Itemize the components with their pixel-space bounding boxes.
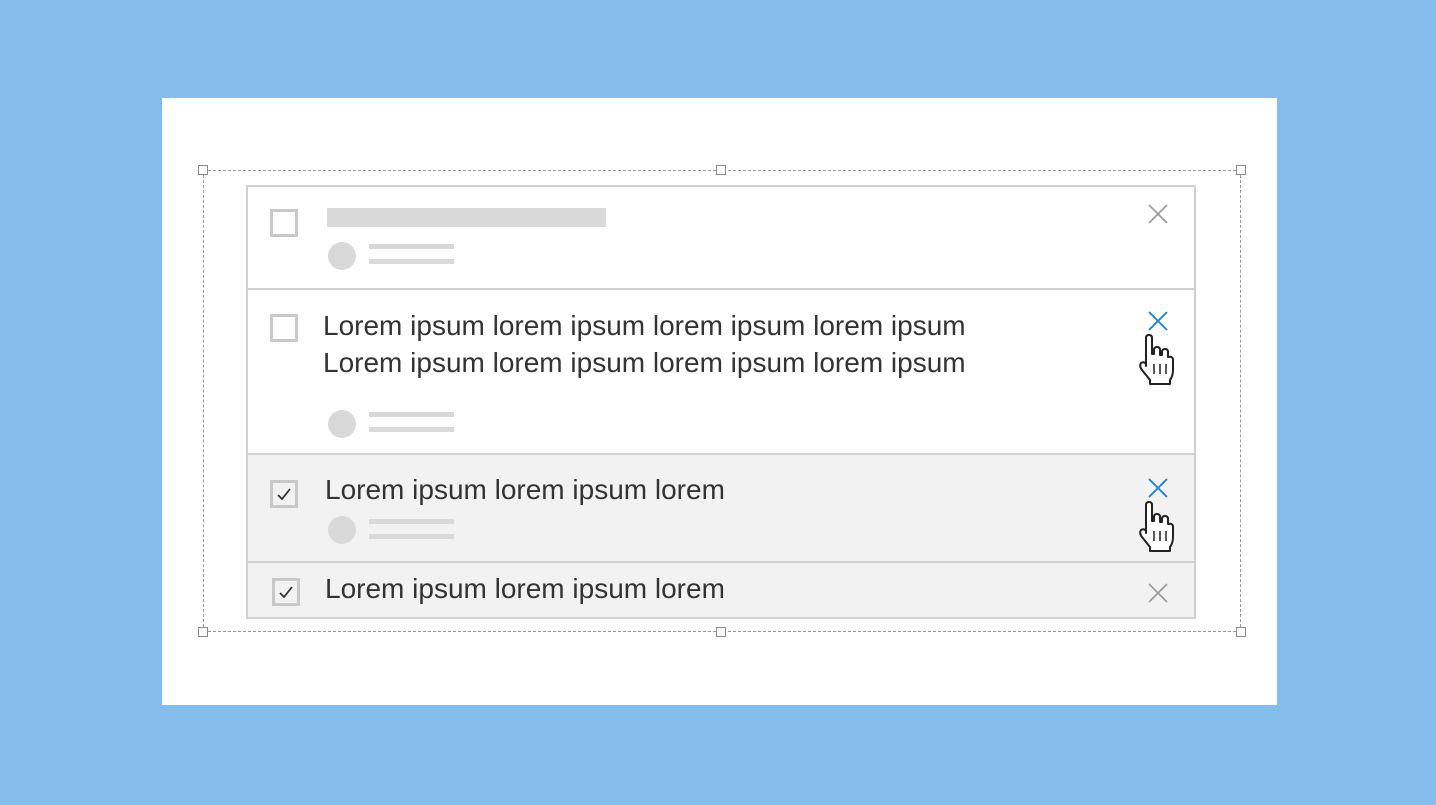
meta-placeholder-line — [369, 427, 454, 432]
resize-handle-top-left[interactable] — [198, 165, 208, 175]
resize-handle-top-right[interactable] — [1236, 165, 1246, 175]
close-icon[interactable] — [1147, 582, 1169, 604]
avatar-placeholder — [328, 516, 356, 544]
resize-handle-bottom-right[interactable] — [1236, 627, 1246, 637]
resize-handle-bottom-left[interactable] — [198, 627, 208, 637]
close-icon[interactable] — [1147, 477, 1169, 499]
avatar-placeholder — [328, 410, 356, 438]
hand-cursor-icon — [1139, 501, 1174, 552]
list-item-loading — [248, 187, 1194, 290]
avatar-placeholder — [328, 242, 356, 270]
item-list: Lorem ipsum lorem ipsum lorem ipsum lore… — [246, 185, 1196, 619]
resize-handle-bottom-center[interactable] — [716, 627, 726, 637]
resize-handle-top-center[interactable] — [716, 165, 726, 175]
item-text-line-2: Lorem ipsum lorem ipsum lorem ipsum lore… — [323, 347, 966, 378]
item-checkbox[interactable] — [270, 314, 298, 342]
item-checkbox[interactable] — [270, 209, 298, 237]
hand-cursor-icon — [1139, 334, 1174, 385]
meta-placeholder-line — [369, 412, 454, 417]
list-item[interactable]: Lorem ipsum lorem ipsum lorem ipsum lore… — [248, 290, 1194, 455]
meta-placeholder-line — [369, 534, 454, 539]
meta-placeholder-line — [369, 259, 454, 264]
meta-placeholder-line — [369, 244, 454, 249]
item-checkbox-checked[interactable] — [272, 578, 300, 606]
meta-placeholder-line — [369, 519, 454, 524]
checkmark-icon — [277, 488, 291, 501]
title-placeholder — [327, 208, 606, 227]
item-text: Lorem ipsum lorem ipsum lorem — [325, 474, 725, 505]
list-item-selected[interactable]: Lorem ipsum lorem ipsum lorem — [248, 455, 1194, 563]
close-icon[interactable] — [1147, 310, 1169, 332]
item-text-line-1: Lorem ipsum lorem ipsum lorem ipsum lore… — [323, 310, 966, 341]
list-item-selected[interactable]: Lorem ipsum lorem ipsum lorem — [248, 563, 1194, 617]
item-checkbox-checked[interactable] — [270, 480, 298, 508]
item-text: Lorem ipsum lorem ipsum lorem — [325, 573, 725, 604]
close-icon[interactable] — [1147, 203, 1169, 225]
checkmark-icon — [279, 586, 293, 599]
